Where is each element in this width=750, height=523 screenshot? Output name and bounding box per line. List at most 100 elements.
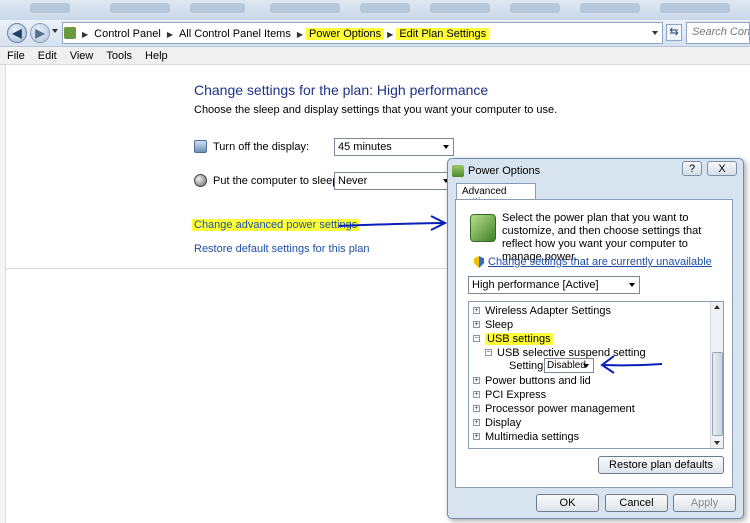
tree-node-power-buttons[interactable]: + Power buttons and lid (473, 374, 591, 387)
breadcrumb: ▶ Control Panel ▶ All Control Panel Item… (64, 26, 490, 42)
blurred-item (660, 3, 730, 13)
power-options-dialog: Power Options ? X Advanced settings Sele… (447, 158, 744, 519)
tree-scrollbar[interactable] (710, 302, 723, 448)
menu-edit[interactable]: Edit (31, 50, 63, 62)
display-label: Turn off the display: (213, 141, 309, 153)
scroll-down-icon[interactable] (714, 441, 720, 445)
usb-suspend-setting-select[interactable]: Disabled (544, 358, 594, 373)
sleep-label: Put the computer to sleep: (213, 175, 342, 187)
breadcrumb-edit-plan-settings[interactable]: Edit Plan Settings (396, 28, 490, 40)
collapse-icon[interactable]: − (485, 349, 492, 356)
restore-defaults-link[interactable]: Restore default settings for this plan (194, 243, 369, 255)
power-plan-select[interactable]: High performance [Active] (468, 276, 640, 294)
blurred-item (30, 3, 70, 13)
tree-node-label: Processor power management (485, 402, 635, 415)
expand-icon[interactable]: + (473, 391, 480, 398)
page-subtitle: Choose the sleep and display settings th… (194, 104, 558, 116)
back-arrow-icon: ◀ (12, 26, 22, 40)
chevron-right-icon[interactable]: ▶ (384, 30, 396, 39)
tree-node-processor[interactable]: + Processor power management (473, 402, 635, 415)
help-button[interactable]: ? (682, 161, 702, 176)
usb-suspend-setting-value: Disabled (547, 360, 586, 371)
forward-arrow-icon: ▶ (35, 26, 45, 40)
close-icon: X (718, 162, 726, 175)
back-button[interactable]: ◀ (7, 23, 27, 43)
collapse-icon[interactable]: − (473, 335, 480, 342)
cancel-button[interactable]: Cancel (605, 494, 668, 512)
scroll-up-icon[interactable] (714, 305, 720, 309)
tree-node-label: Multimedia settings (485, 430, 580, 443)
uac-shield-icon (474, 256, 484, 268)
display-timeout-select[interactable]: 45 minutes (334, 138, 454, 156)
tree-node-multimedia[interactable]: + Multimedia settings (473, 430, 579, 443)
expand-icon[interactable]: + (473, 307, 480, 314)
search-input[interactable]: Search Control (686, 22, 750, 44)
tree-node-label: Display (485, 416, 522, 429)
recent-pages-dropdown-icon[interactable] (52, 29, 58, 33)
chevron-right-icon[interactable]: ▶ (164, 30, 176, 39)
refresh-button[interactable]: ⇆ (666, 24, 682, 41)
tree-node-display[interactable]: + Display (473, 416, 521, 429)
annotation-arrow-icon (338, 215, 448, 231)
scrollbar-thumb[interactable] (712, 352, 723, 436)
blurred-item (270, 3, 340, 13)
tree-node-setting: Setting: Disabled (509, 358, 594, 374)
advanced-settings-panel: Select the power plan that you want to c… (455, 199, 733, 488)
address-box[interactable]: ▶ Control Panel ▶ All Control Panel Item… (62, 22, 663, 44)
sleep-timeout-value: Never (338, 175, 368, 187)
dialog-titlebar: Power Options (452, 162, 540, 180)
menu-view[interactable]: View (63, 50, 100, 62)
forward-button[interactable]: ▶ (30, 23, 50, 43)
refresh-icon: ⇆ (669, 26, 679, 38)
menu-file[interactable]: File (0, 50, 31, 62)
expand-icon[interactable]: + (473, 321, 480, 328)
menu-bar: File Edit View Tools Help (0, 47, 750, 65)
help-icon: ? (688, 162, 696, 175)
tree-node-label: Sleep (485, 318, 514, 331)
setting-label: Setting: (509, 360, 547, 372)
tree-node-label: PCI Express (485, 388, 547, 401)
ok-button[interactable]: OK (536, 494, 599, 512)
expand-icon[interactable]: + (473, 405, 480, 412)
sleep-timeout-select[interactable]: Never (334, 172, 454, 190)
battery-plug-icon (470, 214, 496, 242)
close-button[interactable]: X (707, 161, 737, 176)
blurred-item (360, 3, 410, 13)
chevron-down-icon (629, 283, 635, 287)
blurred-item (190, 3, 245, 13)
blurred-item (510, 3, 560, 13)
tab-advanced-settings[interactable]: Advanced settings (456, 183, 536, 208)
blurred-taskbar-strip (0, 0, 750, 20)
menu-help[interactable]: Help (138, 50, 174, 62)
power-plan-value: High performance [Active] (472, 279, 599, 291)
chevron-down-icon (583, 364, 589, 368)
breadcrumb-control-panel[interactable]: Control Panel (91, 28, 164, 40)
apply-button[interactable]: Apply (673, 494, 736, 512)
chevron-right-icon[interactable]: ▶ (79, 30, 91, 39)
display-timeout-value: 45 minutes (338, 141, 392, 153)
tree-node-wireless-adapter[interactable]: + Wireless Adapter Settings (473, 304, 611, 317)
expand-icon[interactable]: + (473, 377, 480, 384)
tree-node-label: Wireless Adapter Settings (485, 304, 611, 317)
expand-icon[interactable]: + (473, 433, 480, 440)
blurred-item (430, 3, 490, 13)
blurred-item (110, 3, 170, 13)
tree-node-pci-express[interactable]: + PCI Express (473, 388, 546, 401)
menu-tools[interactable]: Tools (99, 50, 138, 62)
control-panel-icon (64, 27, 76, 39)
sleep-icon (194, 174, 207, 187)
breadcrumb-power-options[interactable]: Power Options (306, 28, 385, 40)
chevron-right-icon[interactable]: ▶ (294, 30, 306, 39)
address-dropdown-icon[interactable] (652, 31, 658, 35)
navigation-pane (0, 65, 6, 523)
change-unavailable-settings-link[interactable]: Change settings that are currently unava… (488, 256, 712, 268)
tree-node-label: USB settings (485, 332, 553, 345)
breadcrumb-all-items[interactable]: All Control Panel Items (176, 28, 294, 40)
tree-node-sleep[interactable]: + Sleep (473, 318, 513, 331)
expand-icon[interactable]: + (473, 419, 480, 426)
tree-node-label: Power buttons and lid (485, 374, 591, 387)
annotation-arrow-icon (600, 355, 663, 374)
dialog-title: Power Options (468, 165, 541, 177)
restore-plan-defaults-button[interactable]: Restore plan defaults (598, 456, 724, 474)
tree-node-usb-settings[interactable]: − USB settings (473, 332, 553, 345)
